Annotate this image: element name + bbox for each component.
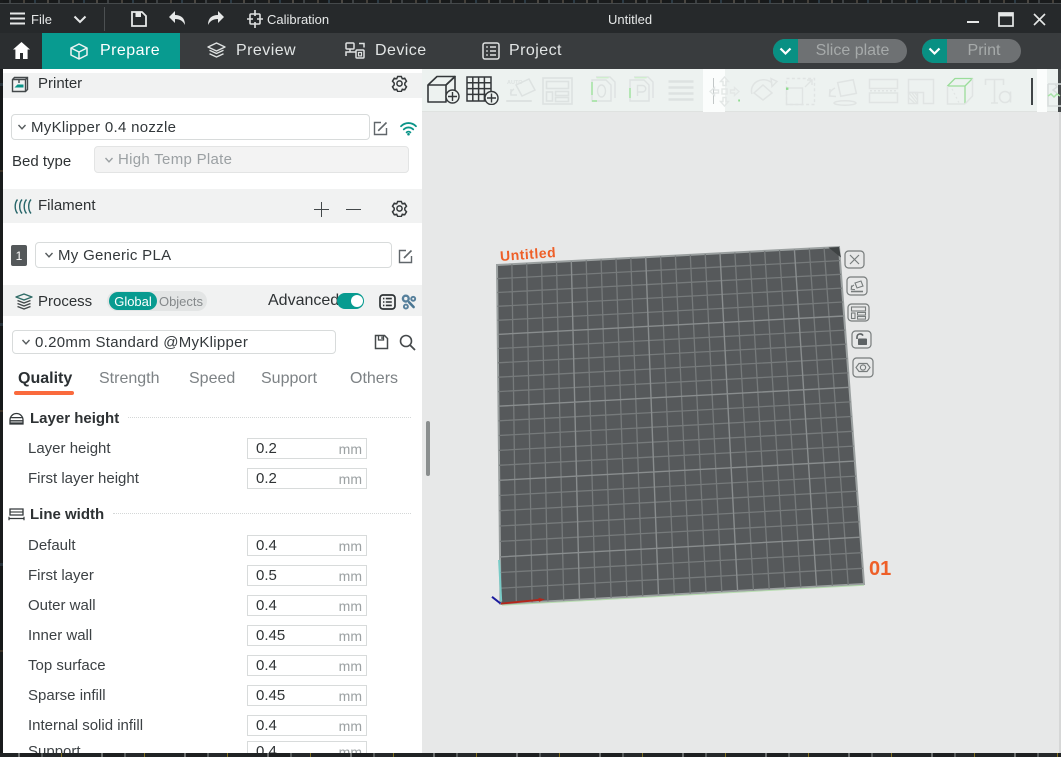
svg-text:AUTO: AUTO <box>507 80 523 86</box>
